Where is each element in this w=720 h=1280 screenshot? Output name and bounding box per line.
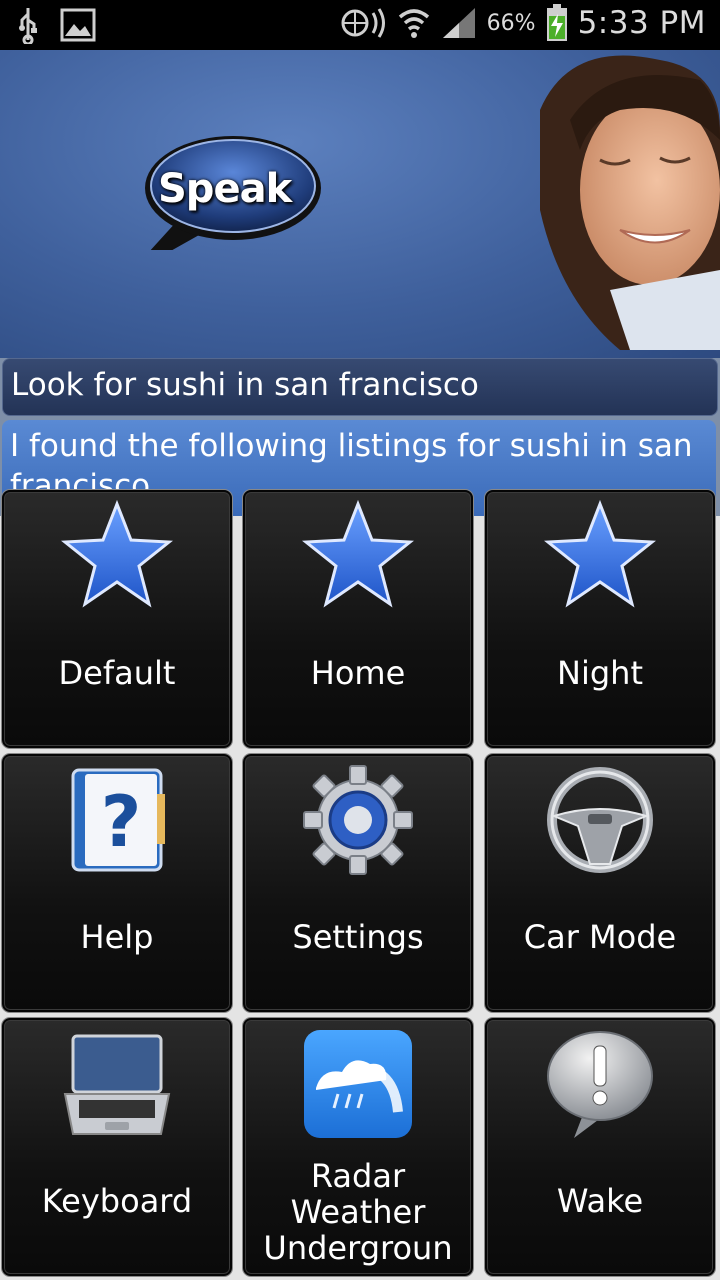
menu-tile-label: Car Mode [523, 918, 677, 956]
menu-tile-label: Home [310, 654, 406, 692]
menu-tile-night[interactable]: Night [485, 490, 715, 748]
wifi-icon [398, 9, 429, 38]
menu-tile-label-line: Weather [290, 1193, 426, 1231]
nfc-icon [341, 8, 385, 38]
menu-tile-label: Night [557, 654, 643, 692]
menu-tile-help[interactable]: ? Help [2, 754, 232, 1012]
menu-tile-label: Radar Weather Undergroun [245, 1158, 471, 1266]
svg-text:?: ? [101, 781, 142, 863]
steering-wheel-icon [547, 767, 653, 873]
star-icon [544, 500, 656, 608]
battery-charging-icon [546, 4, 567, 41]
app-header: Speak [0, 50, 720, 358]
gallery-icon [60, 8, 96, 42]
star-icon [302, 500, 414, 608]
speak-label[interactable]: Speak [158, 166, 292, 212]
query-text: Look for sushi in san francisco [11, 367, 479, 403]
star-icon [61, 500, 173, 608]
menu-tile-label-line: Radar [310, 1157, 406, 1195]
signal-icon [442, 8, 475, 38]
clock: 5:33 PM [577, 5, 706, 41]
menu-tile-label: Help [80, 918, 154, 956]
menu-tile-label: Default [58, 654, 176, 692]
menu-tile-radar-weather[interactable]: Radar Weather Undergroun [243, 1018, 473, 1276]
weather-radar-icon [304, 1030, 412, 1138]
gear-icon [303, 765, 413, 875]
menu-tile-settings[interactable]: Settings [243, 754, 473, 1012]
menu-tile-home[interactable]: Home [243, 490, 473, 748]
alert-bubble-icon [547, 1031, 653, 1138]
status-bar: 66% 5:33 PM [0, 0, 720, 50]
menu-tile-keyboard[interactable]: Keyboard [2, 1018, 232, 1276]
menu-tile-label-line: Undergroun [263, 1229, 453, 1267]
menu-tile-wake[interactable]: Wake [485, 1018, 715, 1276]
usb-icon [19, 8, 37, 44]
avatar-portrait [540, 55, 720, 350]
menu-tile-default[interactable]: Default [2, 490, 232, 748]
query-bubble: Look for sushi in san francisco [2, 358, 718, 416]
battery-percent: 66% [486, 10, 536, 36]
laptop-icon [63, 1034, 171, 1135]
menu-tile-label: Wake [556, 1182, 644, 1220]
menu-tile-label: Settings [292, 918, 424, 956]
menu-tile-label: Keyboard [41, 1182, 193, 1220]
help-book-icon: ? [71, 768, 165, 872]
menu-tile-car-mode[interactable]: Car Mode [485, 754, 715, 1012]
